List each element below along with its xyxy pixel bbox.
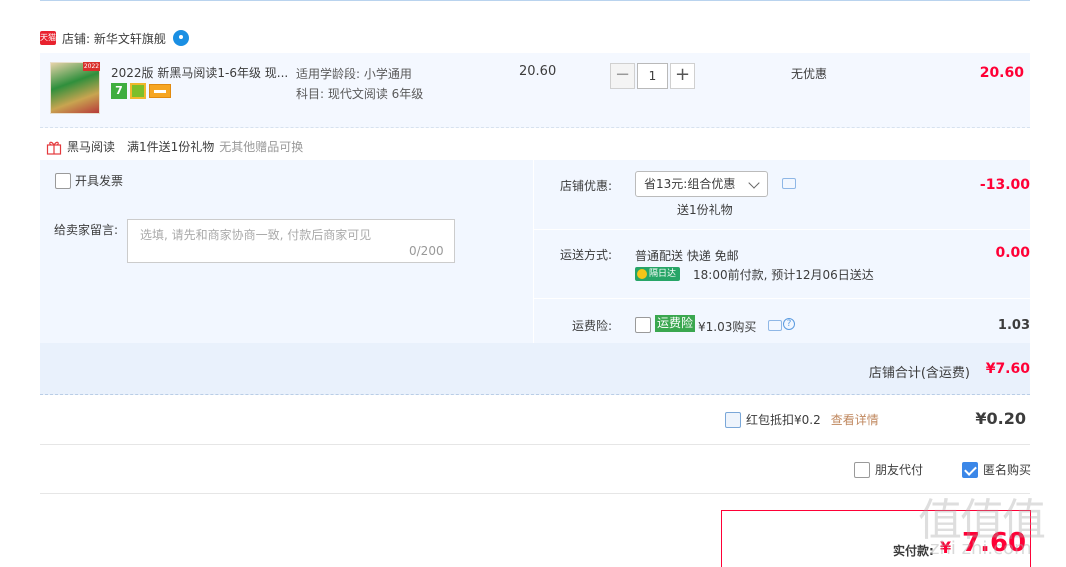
anonymous-buy-option[interactable]: 匿名购买: [962, 461, 1031, 478]
shop-discount-gift: 送1份礼物: [677, 203, 733, 217]
divider: [40, 493, 1030, 494]
service-badges: 7: [111, 83, 171, 99]
friend-pay-option[interactable]: 朋友代付: [854, 461, 923, 478]
tmall-icon: 天猫: [40, 31, 56, 45]
gift-name: 黑马阅读: [67, 140, 116, 154]
next-day-label: 隔日达: [649, 269, 677, 279]
red-packet-checkbox[interactable]: [725, 411, 741, 428]
shipping-value: 0.00: [995, 245, 1030, 261]
shipping-method: 普通配送 快递 免邮: [635, 249, 739, 263]
insurance-chat-icon[interactable]: [768, 320, 782, 331]
shop-header: 天猫 店铺: 新华文轩旗舰: [40, 28, 189, 48]
lightning-icon: [637, 269, 647, 279]
shop-discount-selected: 省13元:组合优惠: [644, 177, 736, 191]
quantity-input[interactable]: 1: [637, 63, 668, 89]
chevron-down-icon: [748, 177, 760, 189]
anonymous-buy-label: 匿名购买: [983, 463, 1032, 477]
gift-promo-row: 黑马阅读 满1件送1份礼物 无其他赠品可换: [46, 138, 303, 155]
message-placeholder: 选填, 请先和商家协商一致, 付款后商家可见: [140, 228, 372, 242]
gift-description: 满1件送1份礼物: [127, 140, 215, 154]
item-subtotal: 20.60: [979, 65, 1024, 81]
invoice-option[interactable]: 开具发票: [55, 172, 123, 189]
product-prop-subject: 科目: 现代文阅读 6年级: [296, 87, 424, 101]
discount-info-icon[interactable]: [782, 178, 796, 189]
insurance-value: 1.03: [997, 318, 1030, 333]
unit-price: 20.60: [519, 64, 557, 79]
table-top-border: [40, 0, 1030, 1]
help-icon[interactable]: ?: [783, 318, 795, 330]
gift-note: 无其他赠品可换: [219, 140, 304, 154]
thumbnail-year-tag: 2022: [83, 62, 100, 71]
message-char-count: 0/200: [409, 244, 444, 258]
wangwang-chat-icon[interactable]: [172, 30, 189, 46]
gift-icon: [46, 141, 62, 155]
message-label: 给卖家留言:: [54, 223, 119, 237]
shipping-eta: 18:00前付款, 预计12月06日送达: [693, 268, 874, 282]
shipping-label: 运送方式:: [560, 248, 613, 262]
guarantee-shield-icon[interactable]: [130, 83, 146, 99]
quantity-decrease-button[interactable]: −: [610, 63, 635, 89]
shop-total-value: ¥7.60: [985, 361, 1030, 377]
product-prop-grade: 适用学龄段: 小学通用: [296, 67, 412, 81]
quantity-stepper: − 1 +: [610, 63, 695, 89]
red-packet-value: ¥0.20: [975, 409, 1026, 428]
insurance-tag: 运费险: [655, 315, 696, 332]
friend-pay-label: 朋友代付: [875, 463, 924, 477]
credit-card-icon[interactable]: [149, 84, 171, 98]
shop-total-label: 店铺合计(含运费): [868, 366, 970, 381]
red-packet-label: 红包抵扣¥0.2: [746, 413, 821, 427]
red-packet-details-link[interactable]: 查看详情: [831, 411, 879, 428]
insurance-checkbox[interactable]: [635, 317, 651, 333]
friend-pay-checkbox[interactable]: [854, 461, 870, 478]
fees-divider: [534, 229, 1030, 230]
shop-name-link[interactable]: 店铺: 新华文轩旗舰: [62, 30, 166, 47]
shop-discount-value: -13.00: [979, 177, 1030, 193]
shop-discount-select[interactable]: 省13元:组合优惠: [635, 171, 768, 197]
seven-day-return-icon[interactable]: 7: [111, 83, 127, 99]
anonymous-buy-checkbox[interactable]: [962, 461, 978, 478]
next-day-badge: 隔日达: [635, 267, 681, 281]
site-watermark-url: zhi zhi.com: [930, 538, 1032, 559]
product-title-link[interactable]: 2022版 新黑马阅读1-6年级 现...: [111, 64, 291, 81]
invoice-label: 开具发票: [75, 174, 124, 188]
fees-divider: [534, 298, 1030, 299]
red-packet-row: 红包抵扣¥0.2 查看详情: [725, 411, 879, 428]
insurance-label: 运费险:: [572, 319, 613, 333]
divider: [40, 444, 1030, 445]
item-discount: 无优惠: [791, 67, 828, 81]
quantity-increase-button[interactable]: +: [670, 63, 695, 89]
shop-discount-label: 店铺优惠:: [560, 179, 613, 193]
panel-divider: [533, 160, 534, 343]
invoice-checkbox[interactable]: [55, 172, 71, 189]
insurance-price: ¥1.03购买: [698, 320, 757, 334]
